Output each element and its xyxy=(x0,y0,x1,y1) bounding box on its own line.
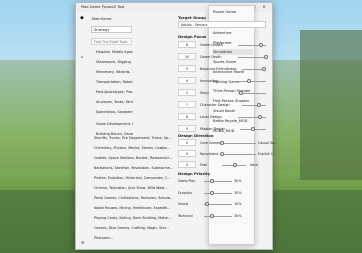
focus-label: Game Length xyxy=(200,43,223,47)
home-icon[interactable]: ⌂ xyxy=(81,54,84,59)
direction-value-field[interactable]: 0 xyxy=(178,161,196,168)
direction-value-field[interactable]: 0 xyxy=(178,150,196,157)
direction-left-label: Fast xyxy=(200,163,207,167)
direction-left-label: Nonviolent xyxy=(200,152,219,156)
focus-value-field[interactable]: 1 xyxy=(178,89,196,96)
focus-label: Mission Design xyxy=(200,127,226,131)
design-settings-panel: Target Group Adults , Seniors Design Foc… xyxy=(176,11,277,246)
slider-thumb[interactable] xyxy=(238,91,243,95)
design-focus-heading: Design Focus xyxy=(178,34,207,39)
direction-value-field[interactable]: 0 xyxy=(178,139,196,146)
priority-slider[interactable] xyxy=(204,216,232,217)
slider-thumb[interactable] xyxy=(258,115,263,119)
slider-thumb[interactable] xyxy=(264,55,268,59)
focus-value-field[interactable]: 9 xyxy=(178,65,196,72)
list-item[interactable]: Post-Apocalypse, Pira... xyxy=(96,88,133,97)
direction-left-label: Core Gamers xyxy=(200,141,223,145)
list-item[interactable]: Hospital, Middle Ages xyxy=(96,48,133,57)
settings-gear-icon[interactable]: ⚙ xyxy=(81,240,85,245)
priority-percent: 30% xyxy=(234,191,242,195)
priority-label: Graphics xyxy=(178,191,193,195)
strategy-select[interactable]: Strategy xyxy=(91,26,132,33)
list-item[interactable]: Transportation, Rober... xyxy=(96,78,133,87)
close-icon[interactable]: ✕ xyxy=(260,4,268,9)
focus-label: Story xyxy=(200,91,209,95)
slider-thumb[interactable] xyxy=(220,152,224,156)
focus-value-field[interactable]: 7 xyxy=(178,101,196,108)
focus-value-field[interactable]: 10 xyxy=(178,53,196,60)
target-group-select[interactable]: Adults , Seniors xyxy=(178,21,266,28)
window-title: Mad Game Tycoon2 Tool xyxy=(81,5,125,9)
slider-thumb[interactable] xyxy=(247,79,252,83)
priority-slider[interactable] xyxy=(204,193,232,194)
slider-thumb[interactable] xyxy=(210,214,215,218)
direction-right-label: Explicit C... xyxy=(258,152,276,156)
slider-thumb[interactable] xyxy=(210,191,215,195)
slider-thumb[interactable] xyxy=(251,127,255,131)
direction-slider[interactable] xyxy=(222,154,256,155)
design-direction-heading: Design Direction xyxy=(178,133,214,138)
slider-thumb[interactable] xyxy=(258,43,263,47)
priority-percent: 30% xyxy=(234,179,242,183)
list-item[interactable]: Game Development, P... xyxy=(96,120,133,129)
focus-value-field[interactable]: 8 xyxy=(178,113,196,120)
focus-label: Game Depth xyxy=(200,55,222,59)
design-priority-heading: Design Priority xyxy=(178,171,211,176)
priority-percent: 10% xyxy=(234,202,242,206)
priority-percent: 30% xyxy=(234,214,242,218)
focus-label: Level Design xyxy=(200,115,222,119)
priority-label: Game Play xyxy=(178,179,196,183)
focus-value-field[interactable]: 5 xyxy=(178,125,196,132)
focus-label: Beginner-Friendliness xyxy=(200,67,237,71)
app-logo-icon: ◆ xyxy=(80,15,84,21)
slider-thumb[interactable] xyxy=(261,67,266,71)
list-item[interactable]: Steampunk, Digging, ... xyxy=(96,58,133,67)
priority-label: Technical xyxy=(178,214,193,218)
main-genre-label: MainGenre xyxy=(92,17,112,21)
direction-right-label: Casual Ga... xyxy=(258,141,278,145)
slider-thumb[interactable] xyxy=(204,202,209,206)
list-item[interactable]: Spaceships, Gangsters... xyxy=(96,108,133,117)
target-group-heading: Target Group xyxy=(178,15,206,20)
list-item[interactable]: Airplanes, Tanks, Farm... xyxy=(96,98,133,107)
list-item[interactable]: Mercenary, Wizards, ... xyxy=(96,68,133,77)
priority-label: Sound xyxy=(178,202,189,206)
slider-thumb[interactable] xyxy=(256,103,261,107)
focus-label: Character Design xyxy=(200,103,230,107)
slider-thumb[interactable] xyxy=(210,179,215,183)
topic-search-input[interactable]: Find The Right Topic xyxy=(91,38,132,45)
direction-slider[interactable] xyxy=(222,143,256,144)
slider-thumb[interactable] xyxy=(220,141,224,145)
slider-thumb[interactable] xyxy=(233,163,238,167)
direction-right-label: Hard xyxy=(250,163,258,167)
background-cliff-layer xyxy=(300,30,362,180)
focus-value-field[interactable]: 4 xyxy=(178,77,196,84)
focus-label: Innovation xyxy=(200,79,218,83)
priority-slider[interactable] xyxy=(204,181,232,182)
focus-slider[interactable] xyxy=(238,57,266,58)
focus-value-field[interactable]: 8 xyxy=(178,41,196,48)
focus-slider[interactable] xyxy=(238,81,266,82)
focus-slider[interactable] xyxy=(242,105,266,106)
